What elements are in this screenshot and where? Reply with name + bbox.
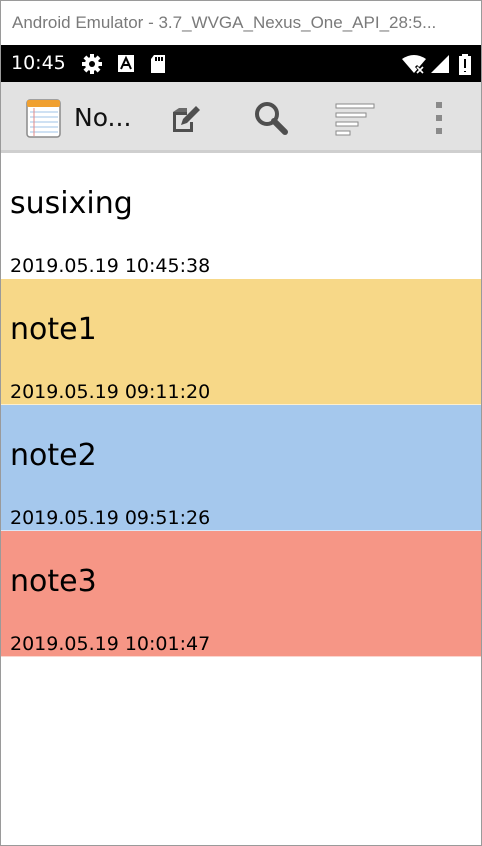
note-date: 2019.05.19 10:01:47 <box>10 633 211 655</box>
note-list-item[interactable]: susixing 2019.05.19 10:45:38 <box>1 153 481 279</box>
note-date: 2019.05.19 09:51:26 <box>10 507 211 529</box>
sort-icon[interactable] <box>335 98 375 138</box>
wifi-icon <box>402 55 426 74</box>
sd-card-icon <box>151 55 165 73</box>
note-title: note3 <box>10 564 97 599</box>
note-title: note2 <box>10 438 97 473</box>
window-title: Android Emulator - 3.7_WVGA_Nexus_One_AP… <box>1 1 481 45</box>
action-bar: No... <box>1 82 481 153</box>
signal-icon <box>431 55 449 73</box>
a-icon <box>118 55 134 72</box>
gear-icon <box>82 54 102 74</box>
notepad-app-icon[interactable] <box>25 98 62 138</box>
search-icon[interactable] <box>251 98 291 138</box>
new-note-icon[interactable] <box>167 98 207 138</box>
note-date: 2019.05.19 10:45:38 <box>10 255 211 277</box>
note-title: note1 <box>10 312 97 347</box>
note-date: 2019.05.19 09:11:20 <box>10 381 211 403</box>
note-list-item[interactable]: note1 2019.05.19 09:11:20 <box>1 279 481 405</box>
note-title: susixing <box>10 186 133 221</box>
overflow-menu-icon[interactable] <box>419 98 459 138</box>
battery-icon <box>459 54 471 75</box>
app-title: No... <box>74 103 132 132</box>
emulator-window: Android Emulator - 3.7_WVGA_Nexus_One_AP… <box>0 0 482 846</box>
status-time: 10:45 <box>11 52 66 74</box>
note-list-item[interactable]: note2 2019.05.19 09:51:26 <box>1 405 481 531</box>
note-list-item[interactable]: note3 2019.05.19 10:01:47 <box>1 531 481 657</box>
status-bar: 10:45 <box>1 45 481 82</box>
notes-list: susixing 2019.05.19 10:45:38 note1 2019.… <box>1 153 481 657</box>
